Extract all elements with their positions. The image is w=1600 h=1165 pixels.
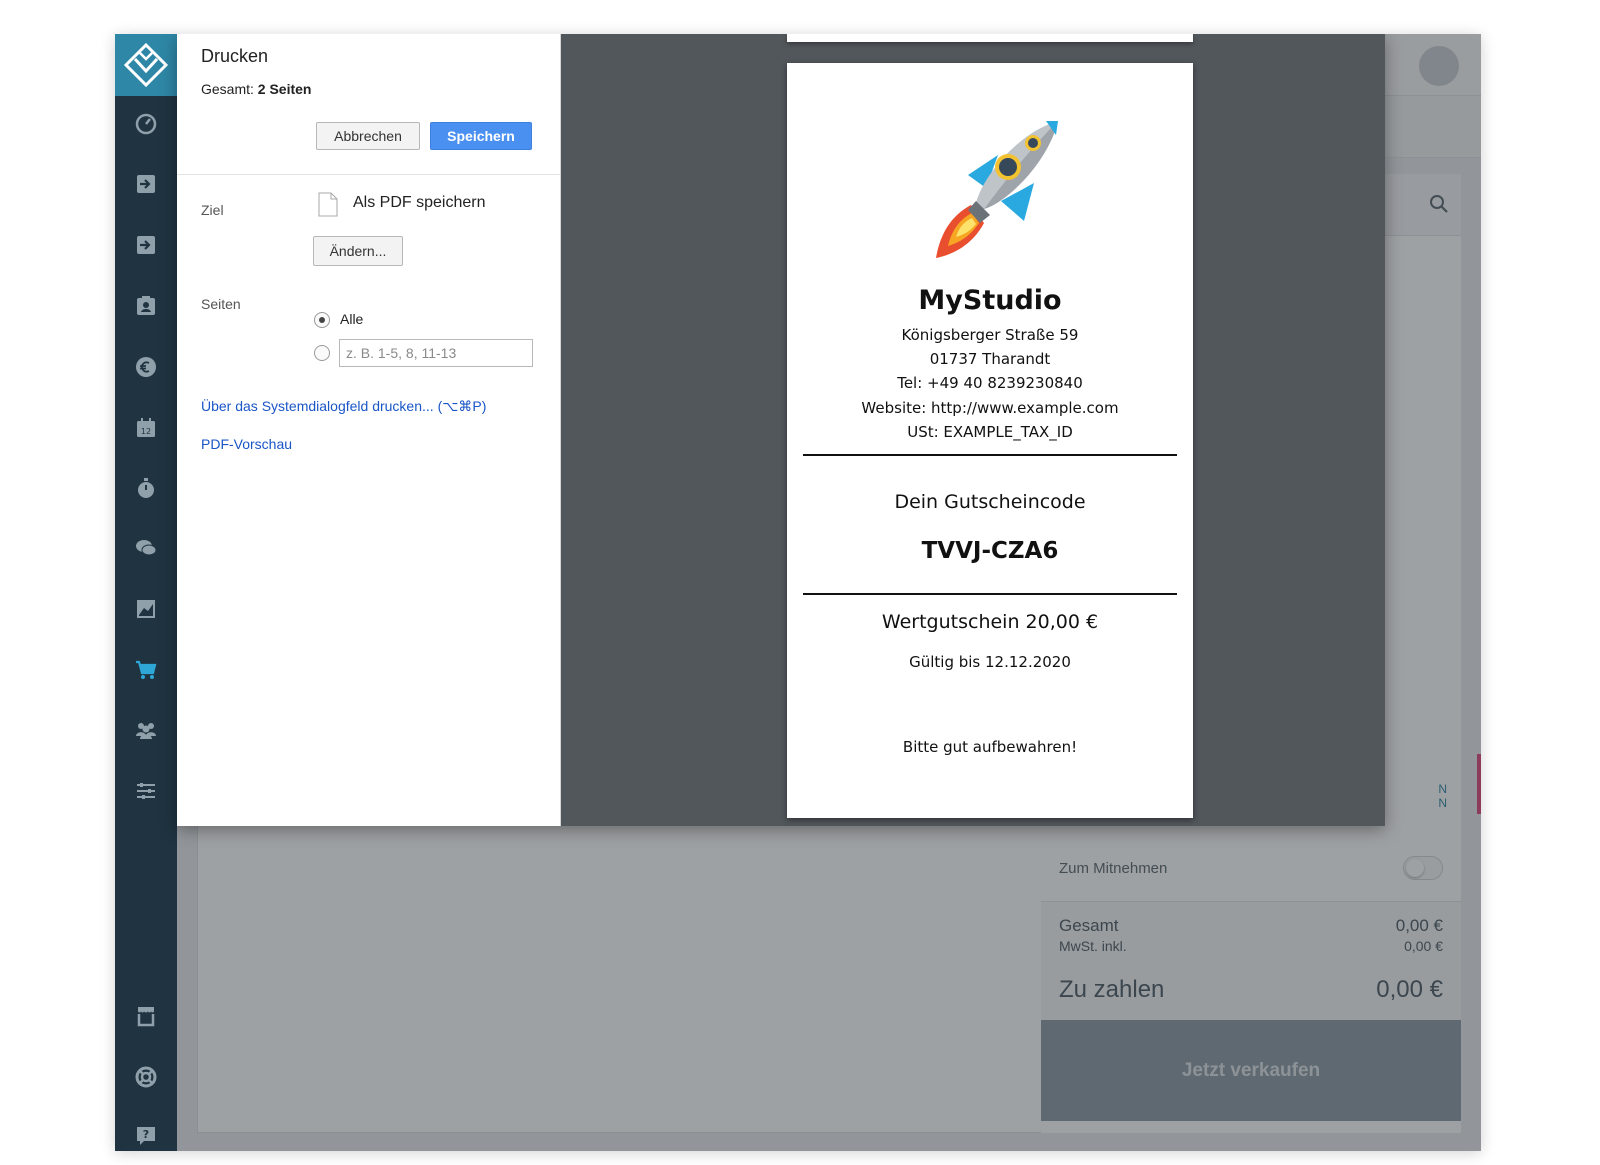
nav-customers[interactable] — [115, 710, 177, 750]
app-window: 12 ? Zum Mitnehmen Gesamt 0,00 € MwSt. i… — [115, 34, 1481, 1151]
divider — [177, 174, 560, 175]
svg-text:?: ? — [143, 1128, 149, 1141]
pdf-preview-link[interactable]: PDF-Vorschau — [201, 436, 292, 452]
separator-1 — [803, 454, 1177, 456]
sign-in-icon — [137, 175, 155, 193]
logo[interactable] — [115, 34, 177, 96]
nav-store[interactable] — [115, 996, 177, 1036]
address-street: Königsberger Straße 59 — [901, 326, 1079, 344]
store-icon — [137, 1007, 155, 1027]
print-total-prefix: Gesamt: — [201, 81, 254, 97]
nav-settings[interactable] — [115, 771, 177, 811]
voucher-code: TVVJ-CZA6 — [921, 538, 1059, 564]
change-destination-button[interactable]: Ändern... — [313, 236, 403, 266]
nav-finance[interactable] — [115, 347, 177, 387]
pages-range-input[interactable] — [339, 339, 533, 367]
chart-icon — [137, 600, 155, 618]
previous-page-edge — [787, 34, 1193, 42]
contacts-icon — [137, 296, 155, 315]
pages-range-radio[interactable] — [314, 345, 330, 361]
pages-label: Seiten — [201, 296, 241, 312]
business-name: MyStudio — [918, 285, 1062, 316]
nav-checkout[interactable] — [115, 225, 177, 265]
logo-icon — [124, 43, 168, 87]
nav-support[interactable] — [115, 1057, 177, 1097]
print-dialog: Drucken Gesamt: 2 Seiten Abbrechen Speic… — [177, 34, 1385, 826]
svg-text:12: 12 — [141, 427, 151, 436]
nav-dashboard[interactable] — [115, 104, 177, 144]
users-icon — [136, 723, 156, 739]
file-icon — [318, 192, 338, 217]
destination-label: Ziel — [201, 202, 224, 218]
dashboard-icon — [135, 113, 157, 135]
pages-all-radio[interactable] — [314, 312, 330, 328]
valid-until: Gültig bis 12.12.2020 — [909, 653, 1071, 671]
cart-icon — [136, 660, 157, 679]
nav-calendar[interactable]: 12 — [115, 408, 177, 448]
nav-messages[interactable] — [115, 528, 177, 568]
nav-checkin[interactable] — [115, 164, 177, 204]
cancel-button[interactable]: Abbrechen — [316, 122, 420, 150]
website: Website: http://www.example.com — [861, 399, 1119, 417]
nav-timer[interactable] — [115, 468, 177, 508]
timer-icon — [138, 478, 154, 498]
receipt-page: MyStudio Königsberger Straße 59 01737 Th… — [787, 63, 1193, 818]
system-dialog-link[interactable]: Über das Systemdialogfeld drucken... (⌥⌘… — [201, 398, 486, 415]
rocket-logo-icon — [936, 121, 1058, 258]
voucher-heading: Dein Gutscheincode — [894, 491, 1086, 513]
tax-id: USt: EXAMPLE_TAX_ID — [907, 423, 1073, 441]
nav-help[interactable]: ? — [115, 1116, 177, 1151]
print-preview[interactable]: MyStudio Königsberger Straße 59 01737 Th… — [561, 34, 1385, 826]
sidebar: 12 ? — [115, 34, 177, 1151]
pages-all-label: Alle — [340, 311, 364, 327]
print-title: Drucken — [201, 46, 269, 66]
print-total: Gesamt: 2 Seiten — [201, 81, 312, 97]
chat-icon — [136, 540, 157, 556]
phone: Tel: +49 40 8239230840 — [897, 374, 1083, 392]
print-total-pages: 2 Seiten — [257, 81, 312, 97]
print-settings-panel: Drucken Gesamt: 2 Seiten Abbrechen Speic… — [177, 34, 561, 826]
nav-reports[interactable] — [115, 589, 177, 629]
voucher-value: Wertgutschein 20,00 € — [881, 611, 1099, 633]
calendar-icon: 12 — [137, 418, 155, 437]
nav-contacts[interactable] — [115, 286, 177, 326]
lifebuoy-icon — [135, 1066, 157, 1088]
nav-shop[interactable] — [115, 650, 177, 690]
address-city: 01737 Tharandt — [929, 350, 1051, 368]
destination-value: Als PDF speichern — [353, 194, 486, 211]
keep-note: Bitte gut aufbewahren! — [902, 738, 1078, 756]
separator-2 — [803, 593, 1177, 595]
sign-in-alt-icon — [137, 236, 155, 254]
settings-sliders-icon — [137, 783, 155, 799]
euro-icon — [136, 357, 156, 377]
save-button[interactable]: Speichern — [430, 122, 532, 150]
help-icon: ? — [137, 1127, 155, 1145]
